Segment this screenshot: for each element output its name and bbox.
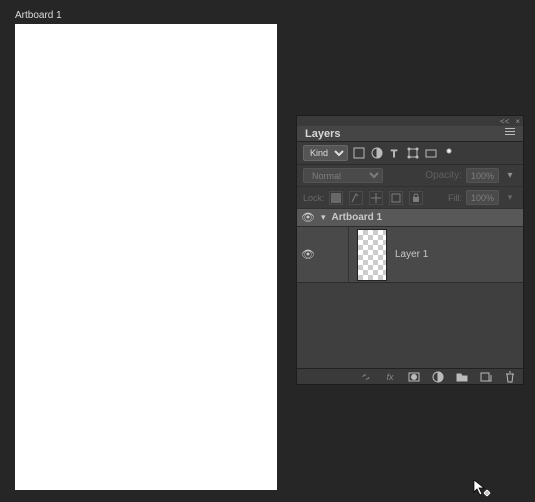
visibility-icon[interactable]: 👁 (301, 248, 315, 261)
opacity-dropdown-icon[interactable]: ▾ (503, 169, 517, 183)
fill-label: Fill: (448, 193, 462, 203)
panel-tab-layers[interactable]: Layers (297, 126, 523, 142)
panel-title: Layers (305, 128, 340, 140)
add-mask-icon[interactable] (407, 370, 421, 384)
layers-list: 👁 ▾ Artboard 1 👁 Layer 1 (297, 209, 523, 368)
panel-topbar: << × (297, 116, 523, 126)
filter-pixel-icon[interactable] (352, 146, 366, 160)
expand-icon[interactable]: ▾ (321, 212, 326, 223)
blend-mode-select[interactable]: Normal (303, 168, 383, 183)
panel-menu-icon[interactable] (505, 128, 519, 138)
artboard-label: Artboard 1 (15, 10, 62, 21)
layers-panel: << × Layers Kind T Normal Opacity: 100% … (296, 115, 524, 385)
visibility-icon[interactable]: 👁 (301, 211, 315, 224)
layer-fx-icon[interactable]: fx (383, 370, 397, 384)
new-group-icon[interactable] (455, 370, 469, 384)
link-layers-icon[interactable] (359, 370, 373, 384)
opacity-label: Opacity: (425, 170, 462, 181)
filter-adjust-icon[interactable] (370, 146, 384, 160)
filter-row: Kind T (297, 142, 523, 165)
lock-row: Lock: Fill: 100% ▾ (297, 187, 523, 209)
layer-thumbnail[interactable] (357, 229, 387, 281)
artboard-row[interactable]: 👁 ▾ Artboard 1 (297, 209, 523, 227)
filter-artboard-icon[interactable] (442, 146, 456, 160)
svg-text:T: T (391, 149, 397, 159)
filter-type-icon[interactable]: T (388, 146, 402, 160)
close-icon[interactable]: × (515, 117, 520, 126)
artboard-name: Artboard 1 (332, 212, 383, 223)
layer-row[interactable]: 👁 Layer 1 (297, 227, 523, 283)
lock-artboard-icon[interactable] (389, 191, 403, 205)
filter-smart-icon[interactable] (424, 146, 438, 160)
lock-position-icon[interactable] (369, 191, 383, 205)
panel-bottom: fx (297, 368, 523, 384)
new-layer-icon[interactable] (479, 370, 493, 384)
delete-layer-icon[interactable] (503, 370, 517, 384)
filter-kind-select[interactable]: Kind (303, 145, 348, 161)
adjustment-layer-icon[interactable] (431, 370, 445, 384)
fill-dropdown-icon[interactable]: ▾ (503, 191, 517, 205)
lock-pixels-icon[interactable] (349, 191, 363, 205)
collapse-icon[interactable]: << (500, 117, 509, 126)
lock-all-icon[interactable] (409, 191, 423, 205)
blend-row: Normal Opacity: 100% ▾ (297, 165, 523, 187)
move-cursor-icon (473, 479, 491, 497)
canvas[interactable] (15, 24, 277, 490)
layer-name[interactable]: Layer 1 (395, 249, 428, 260)
lock-transparency-icon[interactable] (329, 191, 343, 205)
layer-indent (323, 227, 349, 282)
fill-field[interactable]: 100% (466, 190, 499, 205)
lock-label: Lock: (303, 193, 325, 203)
filter-shape-icon[interactable] (406, 146, 420, 160)
opacity-field[interactable]: 100% (466, 168, 499, 183)
